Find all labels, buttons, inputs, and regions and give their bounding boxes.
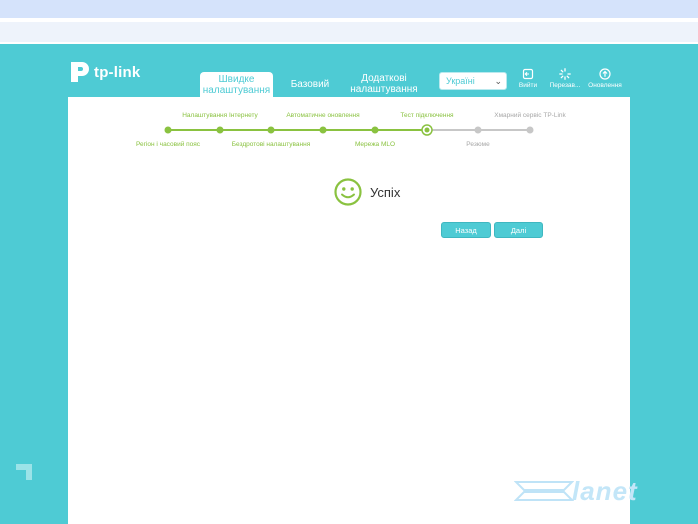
- step-label-region: Регіон і часовий пояс: [135, 141, 201, 148]
- step-node: [526, 126, 534, 134]
- next-button[interactable]: Далі: [494, 222, 543, 238]
- step-label-wireless: Бездротові налаштування: [231, 141, 311, 148]
- step-node: [319, 126, 327, 134]
- step-node: [474, 126, 482, 134]
- corner-decoration-icon: [16, 464, 32, 480]
- back-button[interactable]: Назад: [441, 222, 491, 238]
- step-label-internet: Налаштування Інтернету: [182, 112, 258, 119]
- step-node: [164, 126, 172, 134]
- lanet-watermark-text: lanet: [572, 476, 638, 506]
- step-node: [216, 126, 224, 134]
- step-node-current-dot: [424, 127, 430, 133]
- step-label-connection-test: Тест підключення: [400, 112, 454, 119]
- lanet-watermark-icon: [514, 481, 574, 501]
- step-node: [371, 126, 379, 134]
- step-label-summary: Резюме: [466, 141, 490, 148]
- step-label-cloud: Хмарний сервіс TP-Link: [494, 112, 566, 119]
- success-message: Успіх: [334, 178, 400, 206]
- step-label-auto-update: Автоматичне оновлення: [286, 112, 360, 119]
- wizard-progress-track: [164, 124, 534, 136]
- step-node: [267, 126, 275, 134]
- step-label-mlo: Мережа MLO: [354, 141, 396, 148]
- smiley-icon: [334, 178, 362, 206]
- success-text: Успіх: [370, 184, 401, 200]
